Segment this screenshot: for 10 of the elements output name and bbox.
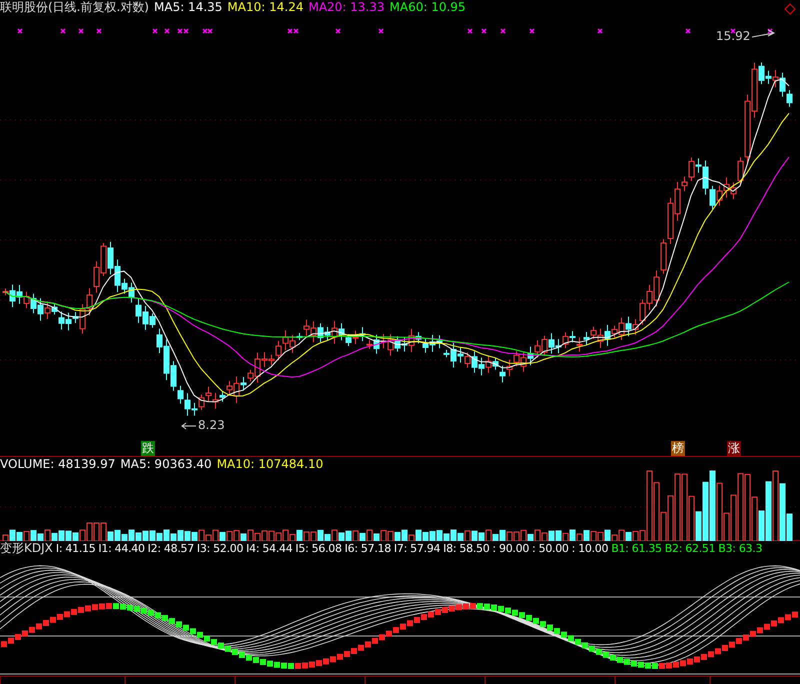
arrow-icon (181, 422, 196, 430)
high-price-label: 15.92 (716, 29, 750, 43)
indicator-title: 变形KDJX (0, 541, 53, 556)
signal-badge: 榜 (671, 441, 685, 456)
signal-badge: 涨 (727, 441, 741, 456)
arrow-icon (752, 30, 776, 38)
low-price-label: 8.23 (198, 418, 225, 432)
diamond-icon (784, 3, 796, 15)
signal-badge: 跌 (141, 441, 155, 456)
chart-title: 联明股份(日线.前复权.对数) (0, 0, 149, 15)
